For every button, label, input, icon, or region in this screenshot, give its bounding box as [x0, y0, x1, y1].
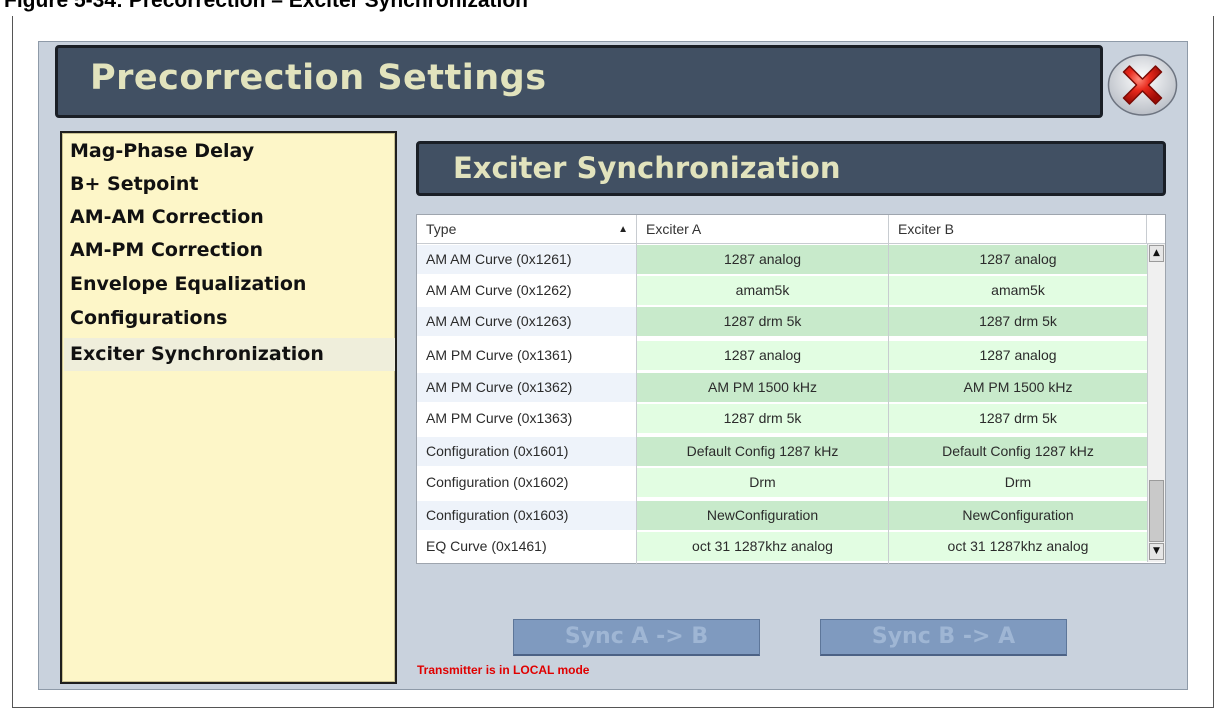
- sync-b-to-a-button[interactable]: Sync B -> A: [820, 619, 1067, 656]
- column-header-type[interactable]: Type ▲: [417, 215, 637, 244]
- status-message: Transmitter is in LOCAL mode: [417, 663, 590, 677]
- document-caption-text: Figure 5-34: Precorrection – Exciter Syn…: [4, 0, 528, 12]
- cell-exciter-b: 1287 analog: [889, 341, 1147, 370]
- cell-exciter-a: 1287 drm 5k: [637, 307, 888, 336]
- cell-exciter-a: amam5k: [637, 276, 888, 305]
- table-scrollbar[interactable]: ▲ ▼: [1147, 244, 1165, 562]
- cell-type: Configuration (0x1603): [417, 501, 636, 530]
- close-x-icon: [1107, 54, 1178, 116]
- section-title: Exciter Synchronization: [453, 151, 841, 185]
- cell-exciter-b: 1287 drm 5k: [889, 307, 1147, 336]
- cell-exciter-a: 1287 drm 5k: [637, 404, 888, 433]
- document-frame-bottom: [12, 707, 1214, 708]
- sync-table: Type ▲ Exciter A Exciter B AM AM Curve (…: [416, 214, 1166, 565]
- sort-ascending-icon: ▲: [618, 224, 628, 235]
- table-row[interactable]: AM AM Curve (0x1262) amam5k amam5k: [417, 276, 1147, 305]
- cell-exciter-a: Default Config 1287 kHz: [637, 437, 888, 466]
- table-row[interactable]: AM PM Curve (0x1361) 1287 analog 1287 an…: [417, 341, 1147, 370]
- window-title: Precorrection Settings: [90, 58, 547, 98]
- cell-type: AM PM Curve (0x1363): [417, 404, 636, 433]
- table-row[interactable]: Configuration (0x1602) Drm Drm: [417, 468, 1147, 497]
- cell-type: AM AM Curve (0x1261): [417, 245, 636, 274]
- column-divider: [636, 215, 637, 565]
- cell-exciter-b: oct 31 1287khz analog: [889, 532, 1147, 561]
- sidebar-item-am-pm-correction[interactable]: AM-PM Correction: [64, 234, 395, 267]
- cell-exciter-b: 1287 drm 5k: [889, 404, 1147, 433]
- cell-exciter-b: amam5k: [889, 276, 1147, 305]
- sync-a-to-b-button[interactable]: Sync A -> B: [513, 619, 760, 656]
- table-row[interactable]: AM AM Curve (0x1261) 1287 analog 1287 an…: [417, 245, 1147, 274]
- column-header-exciter-a[interactable]: Exciter A: [637, 215, 889, 244]
- table-row[interactable]: AM PM Curve (0x1363) 1287 drm 5k 1287 dr…: [417, 404, 1147, 433]
- column-header-exciter-b[interactable]: Exciter B: [889, 215, 1147, 244]
- sidebar-item-mag-phase-delay[interactable]: Mag-Phase Delay: [64, 135, 395, 168]
- column-header-exciter-b-label: Exciter B: [898, 221, 955, 237]
- sidebar-item-configurations[interactable]: Configurations: [64, 302, 395, 335]
- cell-exciter-b: 1287 analog: [889, 245, 1147, 274]
- cell-exciter-b: NewConfiguration: [889, 501, 1147, 530]
- table-header-row: Type ▲ Exciter A Exciter B: [417, 215, 1165, 244]
- table-row[interactable]: Configuration (0x1603) NewConfiguration …: [417, 501, 1147, 530]
- cell-type: EQ Curve (0x1461): [417, 532, 636, 561]
- cell-type: AM AM Curve (0x1263): [417, 307, 636, 336]
- table-row[interactable]: Configuration (0x1601) Default Config 12…: [417, 437, 1147, 466]
- scroll-down-arrow-icon[interactable]: ▼: [1149, 543, 1164, 560]
- cell-exciter-a: NewConfiguration: [637, 501, 888, 530]
- document-caption: Figure 5-34: Precorrection – Exciter Syn…: [0, 0, 1222, 12]
- cell-type: AM AM Curve (0x1262): [417, 276, 636, 305]
- cell-type: Configuration (0x1601): [417, 437, 636, 466]
- sidebar-item-exciter-synchronization[interactable]: Exciter Synchronization: [64, 338, 395, 371]
- column-header-exciter-a-label: Exciter A: [646, 221, 702, 237]
- column-header-type-label: Type: [426, 221, 457, 237]
- cell-exciter-a: oct 31 1287khz analog: [637, 532, 888, 561]
- cell-type: AM PM Curve (0x1362): [417, 373, 636, 402]
- section-header: Exciter Synchronization: [416, 141, 1166, 196]
- sidebar-item-envelope-equalization[interactable]: Envelope Equalization: [64, 268, 395, 301]
- scroll-up-arrow-icon[interactable]: ▲: [1149, 245, 1164, 262]
- column-divider: [888, 215, 889, 565]
- cell-type: Configuration (0x1602): [417, 468, 636, 497]
- sidebar-item-am-am-correction[interactable]: AM-AM Correction: [64, 201, 395, 234]
- title-bar: Precorrection Settings: [55, 45, 1103, 118]
- sidebar-item-b-plus-setpoint[interactable]: B+ Setpoint: [64, 168, 395, 201]
- cell-exciter-a: AM PM 1500 kHz: [637, 373, 888, 402]
- cell-exciter-a: 1287 analog: [637, 245, 888, 274]
- cell-exciter-b: Drm: [889, 468, 1147, 497]
- sidebar: Mag-Phase Delay B+ Setpoint AM-AM Correc…: [60, 131, 397, 684]
- table-row[interactable]: EQ Curve (0x1461) oct 31 1287khz analog …: [417, 532, 1147, 561]
- table-row[interactable]: AM AM Curve (0x1263) 1287 drm 5k 1287 dr…: [417, 307, 1147, 336]
- table-row[interactable]: AM PM Curve (0x1362) AM PM 1500 kHz AM P…: [417, 373, 1147, 402]
- cell-exciter-a: 1287 analog: [637, 341, 888, 370]
- cell-type: AM PM Curve (0x1361): [417, 341, 636, 370]
- cell-exciter-b: Default Config 1287 kHz: [889, 437, 1147, 466]
- cell-exciter-a: Drm: [637, 468, 888, 497]
- cell-exciter-b: AM PM 1500 kHz: [889, 373, 1147, 402]
- close-button[interactable]: [1106, 53, 1179, 117]
- scroll-thumb[interactable]: [1149, 480, 1164, 542]
